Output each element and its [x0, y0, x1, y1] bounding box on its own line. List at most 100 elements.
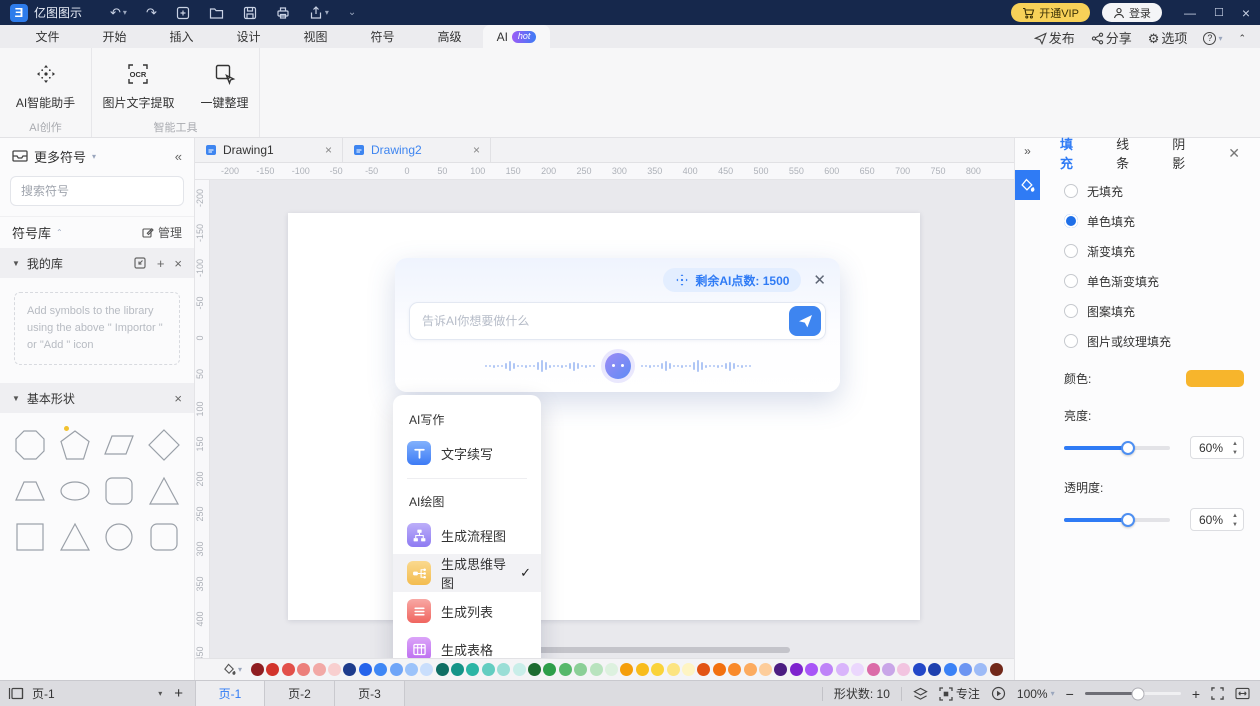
opacity-slider-handle[interactable]: [1121, 513, 1135, 527]
color-dot[interactable]: [359, 663, 372, 676]
menu-item-生成流程图[interactable]: 生成流程图: [393, 516, 541, 554]
color-dot[interactable]: [667, 663, 680, 676]
shape-triangle[interactable]: [144, 471, 185, 511]
color-dot[interactable]: [928, 663, 941, 676]
color-dot[interactable]: [990, 663, 1003, 676]
color-dot[interactable]: [851, 663, 864, 676]
color-dot[interactable]: [497, 663, 510, 676]
zoom-out-button[interactable]: −: [1066, 686, 1074, 702]
maximize-button[interactable]: ☐: [1214, 6, 1224, 19]
zoom-slider[interactable]: [1085, 692, 1181, 695]
radio-icon[interactable]: [1064, 274, 1078, 288]
color-dot[interactable]: [282, 663, 295, 676]
color-dot[interactable]: [528, 663, 541, 676]
fill-option-图案填充[interactable]: 图案填充: [1064, 296, 1260, 326]
fill-option-无填充[interactable]: 无填充: [1064, 176, 1260, 206]
close-section-icon[interactable]: ×: [174, 391, 182, 406]
color-dot[interactable]: [559, 663, 572, 676]
fill-option-单色渐变填充[interactable]: 单色渐变填充: [1064, 266, 1260, 296]
shape-square[interactable]: [10, 517, 51, 557]
layers-button[interactable]: [913, 687, 928, 701]
brightness-spinbox[interactable]: 60% ▲▼: [1190, 436, 1244, 459]
color-dot[interactable]: [390, 663, 403, 676]
color-dot[interactable]: [790, 663, 803, 676]
shape-ellipse[interactable]: [55, 471, 96, 511]
publish-button[interactable]: 发布: [1034, 32, 1075, 45]
open-file-button[interactable]: [209, 6, 224, 20]
shape-rounded-square[interactable]: [144, 517, 185, 557]
brightness-slider[interactable]: [1064, 446, 1170, 450]
collapse-ribbon-button[interactable]: ⌃: [1238, 34, 1246, 43]
page-tab-页-2[interactable]: 页-2: [265, 681, 335, 706]
focus-mode-button[interactable]: 专注: [939, 685, 980, 702]
menu-item-生成表格[interactable]: 生成表格: [393, 630, 541, 658]
close-tab-icon[interactable]: ×: [473, 143, 480, 157]
shape-rounded-square[interactable]: [99, 471, 140, 511]
spin-arrows-icon[interactable]: ▲▼: [1232, 511, 1238, 529]
color-dot[interactable]: [466, 663, 479, 676]
options-button[interactable]: ⚙ 选项: [1148, 32, 1188, 45]
expand-panel-button[interactable]: »: [1015, 138, 1040, 164]
fit-width-button[interactable]: [1235, 687, 1250, 700]
menu-item-文字续写[interactable]: 文字续写: [393, 434, 541, 472]
color-dot[interactable]: [774, 663, 787, 676]
radio-icon[interactable]: [1064, 304, 1078, 318]
library-collapse-icon[interactable]: ⌃: [56, 228, 63, 237]
color-dot[interactable]: [297, 663, 310, 676]
ai-send-button[interactable]: [789, 306, 821, 336]
fill-color-button[interactable]: ▾: [223, 663, 242, 676]
menu-tab-AI[interactable]: AIhot: [483, 25, 550, 48]
radio-icon[interactable]: [1064, 214, 1078, 228]
add-symbol-icon[interactable]: +: [157, 256, 165, 271]
color-dot[interactable]: [513, 663, 526, 676]
new-file-button[interactable]: [176, 6, 190, 20]
color-dot[interactable]: [974, 663, 987, 676]
menu-tab-插入[interactable]: 插入: [148, 25, 215, 48]
menu-tab-视图[interactable]: 视图: [282, 25, 349, 48]
opacity-spinbox[interactable]: 60% ▲▼: [1190, 508, 1244, 531]
fill-panel-tab[interactable]: [1015, 170, 1041, 200]
ocr-extract-button[interactable]: OCR 图片文字提取: [94, 58, 182, 115]
color-dot[interactable]: [897, 663, 910, 676]
color-dot[interactable]: [405, 663, 418, 676]
open-vip-button[interactable]: 开通VIP: [1011, 3, 1090, 22]
more-symbols-button[interactable]: 更多符号: [34, 147, 86, 166]
color-dot[interactable]: [651, 663, 664, 676]
export-button[interactable]: ▾: [309, 6, 329, 20]
menu-tab-设计[interactable]: 设计: [215, 25, 282, 48]
shape-pentagon[interactable]: [55, 425, 96, 465]
color-dot[interactable]: [713, 663, 726, 676]
zoom-in-button[interactable]: +: [1192, 686, 1200, 702]
color-dot[interactable]: [805, 663, 818, 676]
color-dot[interactable]: [882, 663, 895, 676]
color-dot[interactable]: [620, 663, 633, 676]
fullscreen-button[interactable]: [1211, 687, 1224, 700]
ai-prompt-input[interactable]: [422, 314, 789, 328]
color-dot[interactable]: [266, 663, 279, 676]
color-dot[interactable]: [574, 663, 587, 676]
color-dot[interactable]: [636, 663, 649, 676]
color-dot[interactable]: [605, 663, 618, 676]
tab-shadow[interactable]: 阴影: [1172, 134, 1192, 172]
page-tab-页-1[interactable]: 页-1: [195, 681, 265, 706]
color-dot[interactable]: [451, 663, 464, 676]
menu-tab-符号[interactable]: 符号: [349, 25, 416, 48]
radio-icon[interactable]: [1064, 184, 1078, 198]
zoom-slider-handle[interactable]: [1131, 687, 1144, 700]
help-button[interactable]: ? ▾: [1203, 32, 1222, 45]
symbol-search-input[interactable]: [11, 184, 184, 198]
ai-dialog-close-icon[interactable]: ✕: [813, 271, 826, 289]
login-button[interactable]: 登录: [1102, 3, 1162, 22]
fill-color-swatch[interactable]: [1186, 370, 1244, 387]
color-dot[interactable]: [836, 663, 849, 676]
canvas-body[interactable]: -200-150-100-500501001502002503003504004…: [195, 180, 1014, 658]
close-tab-icon[interactable]: ×: [325, 143, 332, 157]
shape-octagon[interactable]: [10, 425, 51, 465]
menu-tab-文件[interactable]: 文件: [14, 25, 81, 48]
redo-button[interactable]: ↷: [146, 6, 157, 19]
doc-tab-Drawing2[interactable]: Drawing2×: [343, 138, 491, 162]
page-selector[interactable]: 页-1 ▾: [32, 685, 162, 702]
basic-shapes-section[interactable]: ▼ 基本形状 ×: [0, 383, 194, 413]
menu-item-生成思维导图[interactable]: 生成思维导图✓: [393, 554, 541, 592]
tab-line[interactable]: 线条: [1116, 134, 1136, 172]
